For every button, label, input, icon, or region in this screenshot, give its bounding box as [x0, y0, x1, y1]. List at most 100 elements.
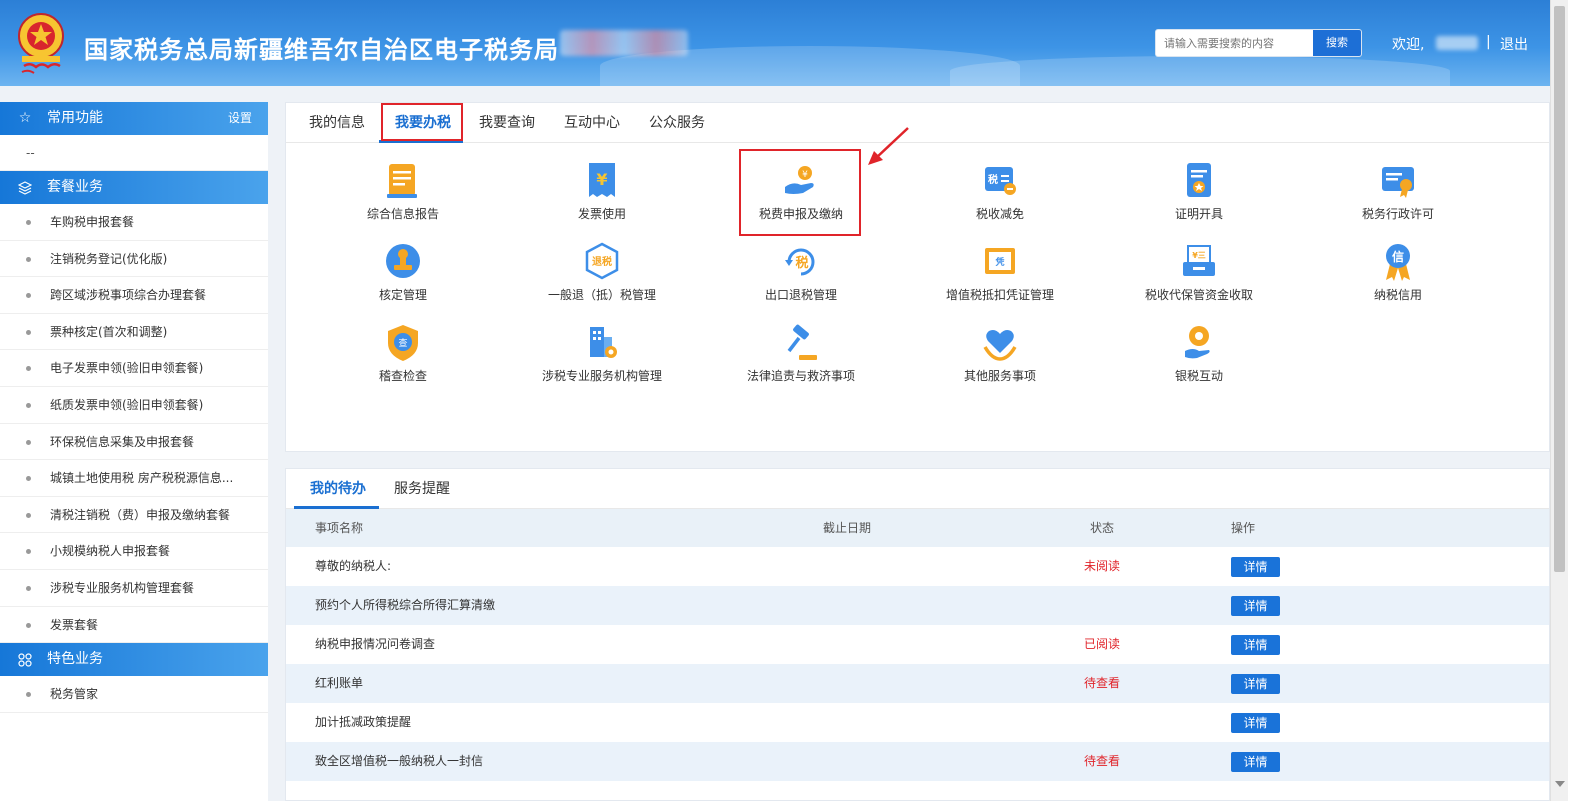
voucher-icon: 凭 — [985, 248, 1015, 274]
todo-status: 未阅读 — [1083, 559, 1120, 573]
svg-text:凭: 凭 — [994, 256, 1004, 268]
service-other[interactable]: 其他服务事项 — [900, 315, 1100, 391]
sidebar-section-special[interactable]: 特色业务 — [0, 643, 268, 677]
service-tax-filing-payment[interactable]: ¥ 税费申报及缴纳 — [701, 153, 901, 229]
license-icon — [1382, 167, 1414, 198]
sidebar: ☆ 常用功能 设置 -- 套餐业务 车购税申报套餐 注销税务登记(优化版) 跨区… — [0, 102, 268, 801]
search-input[interactable] — [1156, 30, 1313, 56]
service-fund-custody[interactable]: ¥三 税收代保管资金收取 — [1099, 234, 1299, 310]
sidebar-item-tax-butler[interactable]: 税务管家 — [0, 676, 268, 713]
tab-my-info[interactable]: 我的信息 — [309, 103, 365, 143]
sidebar-item-package[interactable]: 发票套餐 — [0, 607, 268, 644]
sidebar-section-package[interactable]: 套餐业务 — [0, 171, 268, 204]
sidebar-section-common[interactable]: ☆ 常用功能 设置 — [0, 102, 268, 135]
service-tax-relief[interactable]: 税 税收减免 — [900, 153, 1100, 229]
service-tax-credit[interactable]: 信 纳税信用 — [1298, 234, 1498, 310]
tax-payment-icon: ¥ — [785, 166, 814, 194]
search-box: 搜索 — [1155, 29, 1362, 57]
detail-button[interactable]: 详情 — [1231, 596, 1280, 616]
redacted-taxpayer-name — [560, 30, 688, 56]
detail-button[interactable]: 详情 — [1231, 674, 1280, 694]
service-invoice-use[interactable]: ¥ 发票使用 — [502, 153, 702, 229]
service-admin-license[interactable]: 税务行政许可 — [1298, 153, 1498, 229]
sidebar-item-package[interactable]: 小规模纳税人申报套餐 — [0, 533, 268, 570]
search-button[interactable]: 搜索 — [1313, 30, 1361, 56]
tab-public-service[interactable]: 公众服务 — [649, 103, 705, 143]
service-vat-voucher[interactable]: 凭 增值税抵扣凭证管理 — [900, 234, 1100, 310]
detail-button[interactable]: 详情 — [1231, 557, 1280, 577]
sidebar-item-label: 环保税信息采集及申报套餐 — [50, 434, 195, 449]
tab-interaction-center[interactable]: 互动中心 — [564, 103, 620, 143]
tab-service-reminder[interactable]: 服务提醒 — [394, 469, 450, 509]
bullet-icon — [26, 256, 31, 262]
layers-icon — [16, 171, 34, 208]
table-row: 尊敬的纳税人: 未阅读 详情 — [286, 547, 1549, 586]
sidebar-item-package[interactable]: 涉税专业服务机构管理套餐 — [0, 570, 268, 607]
scroll-down-arrow-icon[interactable] — [1555, 781, 1565, 787]
sidebar-item-label: 小规模纳税人申报套餐 — [50, 544, 171, 559]
bullet-icon — [26, 512, 31, 518]
detail-button[interactable]: 详情 — [1231, 752, 1280, 772]
todo-status: 待查看 — [1083, 754, 1120, 768]
svg-text:退税: 退税 — [592, 255, 612, 268]
service-label: 税收减免 — [975, 207, 1024, 221]
service-inspection[interactable]: 查 稽查检查 — [303, 315, 503, 391]
sidebar-section-title: 常用功能 — [47, 110, 103, 126]
sidebar-item-package[interactable]: 跨区域涉税事项综合办理套餐 — [0, 277, 268, 314]
table-row: 红利账单 待查看 详情 — [286, 664, 1549, 703]
site-title: 国家税务总局新疆维吾尔自治区电子税务局 — [84, 36, 559, 64]
service-certificate[interactable]: 证明开具 — [1099, 153, 1299, 229]
svg-text:查: 查 — [398, 337, 407, 349]
svg-text:税: 税 — [795, 255, 808, 271]
todo-name: 预约个人所得税综合所得汇算清缴 — [315, 598, 496, 612]
sidebar-item-package[interactable]: 清税注销税（费）申报及缴纳套餐 — [0, 497, 268, 534]
service-label: 其他服务事项 — [963, 369, 1036, 383]
service-label: 核定管理 — [378, 288, 427, 302]
service-label: 发票使用 — [577, 207, 626, 221]
bullet-icon — [26, 439, 31, 445]
sidebar-item-package[interactable]: 电子发票申领(验旧申领套餐) — [0, 350, 268, 387]
settings-link[interactable]: 设置 — [228, 102, 252, 135]
bullet-icon — [26, 293, 31, 299]
bank-tax-icon — [1185, 326, 1210, 359]
sidebar-empty-placeholder: -- — [0, 135, 268, 171]
service-assessment[interactable]: 核定管理 — [303, 234, 503, 310]
service-agency-management[interactable]: 涉税专业服务机构管理 — [502, 315, 702, 391]
detail-button[interactable]: 详情 — [1231, 635, 1280, 655]
invoice-icon: ¥ — [589, 163, 615, 197]
bullet-icon — [26, 402, 31, 408]
sidebar-item-package[interactable]: 票种核定(首次和调整) — [0, 314, 268, 351]
sidebar-item-package[interactable]: 纸质发票申领(验旧申领套餐) — [0, 387, 268, 424]
bullet-icon — [26, 692, 31, 698]
service-legal-remedy[interactable]: 法律追责与救济事项 — [701, 315, 901, 391]
todo-tabs: 我的待办 服务提醒 — [286, 469, 1549, 509]
service-bank-tax[interactable]: 银税互动 — [1099, 315, 1299, 391]
svg-text:税: 税 — [988, 173, 998, 186]
stamp-icon — [386, 244, 420, 278]
detail-button[interactable]: 详情 — [1231, 713, 1280, 733]
tab-query[interactable]: 我要查询 — [479, 103, 535, 143]
tax-services-panel: 我的信息 我要办税 我要查询 互动中心 公众服务 综合信息报告 ¥ 发票使用 ¥ — [285, 102, 1550, 452]
tab-my-todo[interactable]: 我的待办 — [310, 469, 366, 509]
export-refund-icon: 税 — [785, 248, 815, 276]
sidebar-item-package[interactable]: 城镇土地使用税 房产税税源信息... — [0, 460, 268, 497]
page-scrollbar[interactable] — [1550, 0, 1568, 801]
service-label: 增值税抵扣凭证管理 — [945, 288, 1054, 302]
service-export-refund[interactable]: 税 出口退税管理 — [701, 234, 901, 310]
fund-icon: ¥三 — [1183, 245, 1215, 276]
scrollbar-thumb[interactable] — [1554, 6, 1565, 572]
sidebar-item-label: 电子发票申领(验旧申领套餐) — [50, 361, 204, 376]
service-label: 出口退税管理 — [764, 288, 837, 302]
refund-icon: 退税 — [585, 242, 619, 280]
todo-status: 已阅读 — [1083, 637, 1120, 651]
sidebar-item-package[interactable]: 注销税务登记(优化版) — [0, 241, 268, 278]
sidebar-item-package[interactable]: 车购税申报套餐 — [0, 204, 268, 241]
sidebar-item-package[interactable]: 环保税信息采集及申报套餐 — [0, 424, 268, 461]
column-header-action: 操作 — [1231, 521, 1256, 535]
table-row: 纳税申报情况问卷调查 已阅读 详情 — [286, 625, 1549, 664]
service-comprehensive-report[interactable]: 综合信息报告 — [303, 153, 503, 229]
logout-link[interactable]: 退出 — [1500, 34, 1528, 54]
service-refund[interactable]: 退税 一般退（抵）税管理 — [502, 234, 702, 310]
header-separator: | — [1486, 34, 1491, 50]
svg-text:¥三: ¥三 — [1192, 251, 1206, 260]
